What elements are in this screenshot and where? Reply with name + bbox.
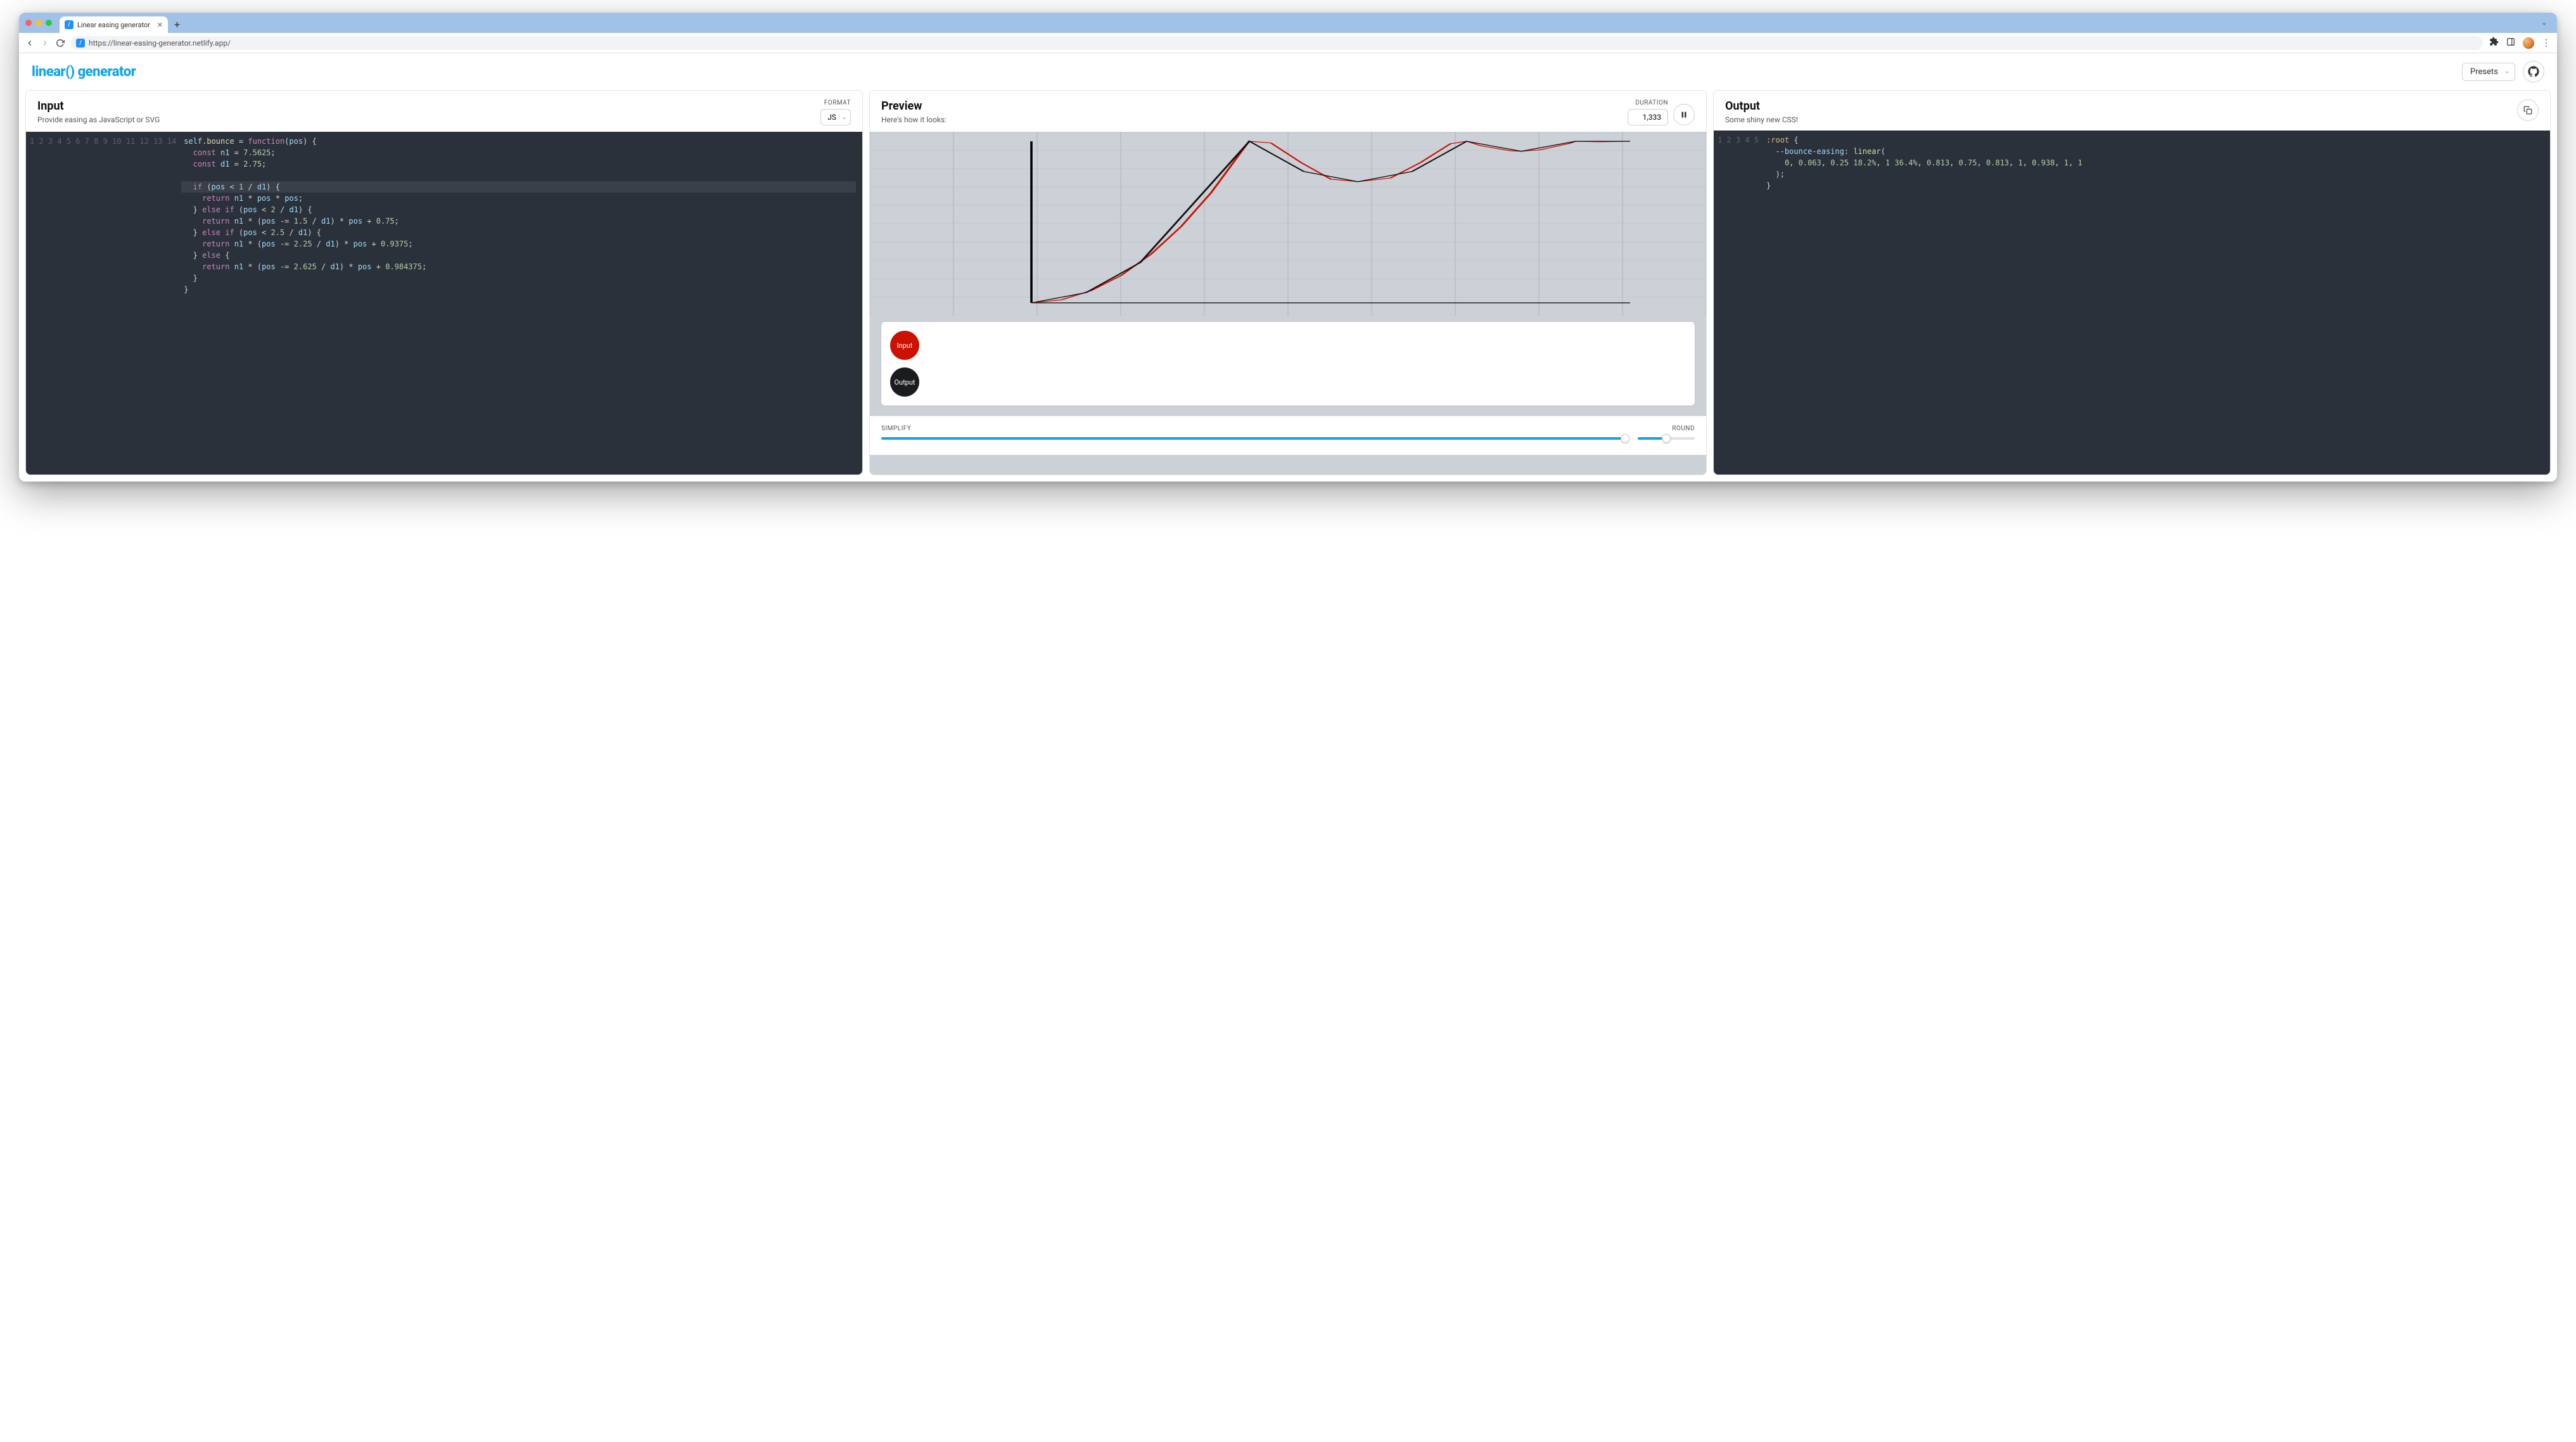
side-panel-icon[interactable] xyxy=(2506,37,2515,49)
new-tab-button[interactable]: + xyxy=(174,18,180,30)
input-panel: Input Provide easing as JavaScript or SV… xyxy=(25,90,863,475)
format-select[interactable]: JS ⌄ xyxy=(820,109,851,125)
pause-icon xyxy=(1680,111,1688,118)
animation-demo-card: Input Output xyxy=(881,322,1695,405)
duration-input[interactable]: 1,333 xyxy=(1628,109,1668,125)
maximize-window-icon[interactable] xyxy=(46,20,52,26)
preview-panel: Preview Here's how it looks: DURATION 1,… xyxy=(869,90,1707,475)
site-identity-icon[interactable]: / xyxy=(76,39,85,48)
back-button[interactable] xyxy=(25,39,34,48)
simplify-slider[interactable] xyxy=(881,437,1625,440)
window-controls xyxy=(25,20,52,26)
input-ball: Input xyxy=(890,331,919,360)
duration-label: DURATION xyxy=(1628,99,1668,106)
round-slider[interactable] xyxy=(1638,437,1695,440)
chevron-down-icon: ⌄ xyxy=(2504,68,2509,75)
format-value: JS xyxy=(827,113,836,122)
extensions-icon[interactable] xyxy=(2489,37,2499,49)
input-ball-label: Input xyxy=(897,341,913,350)
input-code-editor[interactable]: 1 2 3 4 5 6 7 8 9 10 11 12 13 14 self.bo… xyxy=(26,132,862,475)
output-ball-label: Output xyxy=(894,378,915,386)
tabstrip-chevron-icon[interactable]: ⌄ xyxy=(2542,20,2547,27)
round-label: ROUND xyxy=(1638,425,1695,432)
slider-thumb[interactable] xyxy=(1621,434,1629,443)
url-text: https://linear-easing-generator.netlify.… xyxy=(89,39,231,48)
copy-button[interactable] xyxy=(2517,99,2539,121)
tab-close-icon[interactable]: ✕ xyxy=(157,21,163,29)
presets-label: Presets xyxy=(2470,67,2498,77)
reload-button[interactable] xyxy=(56,39,65,48)
input-title: Input xyxy=(37,99,160,113)
browser-tab[interactable]: / Linear easing generator ✕ xyxy=(60,16,168,33)
minimize-window-icon[interactable] xyxy=(35,20,42,26)
forward-button[interactable] xyxy=(41,39,49,48)
github-link[interactable] xyxy=(2523,61,2544,82)
output-ball: Output xyxy=(890,367,919,397)
app-header: linear() generator Presets ⌄ xyxy=(19,53,2557,90)
slider-thumb[interactable] xyxy=(1662,434,1671,443)
page-title: linear() generator xyxy=(32,64,136,80)
profile-avatar-icon[interactable] xyxy=(2523,37,2534,49)
output-subtitle: Some shiny new CSS! xyxy=(1725,115,1798,124)
address-bar[interactable]: / https://linear-easing-generator.netlif… xyxy=(71,36,2483,50)
simplify-label: SIMPLIFY xyxy=(881,425,1625,432)
preview-title: Preview xyxy=(881,99,947,113)
chevron-down-icon: ⌄ xyxy=(842,115,846,120)
preview-subtitle: Here's how it looks: xyxy=(881,115,947,124)
output-title: Output xyxy=(1725,99,1798,113)
presets-dropdown[interactable]: Presets ⌄ xyxy=(2462,63,2515,81)
tab-favicon-icon: / xyxy=(65,20,73,29)
play-pause-button[interactable] xyxy=(1673,104,1695,125)
duration-value: 1,333 xyxy=(1643,113,1661,122)
github-icon xyxy=(2528,66,2539,77)
tab-title: Linear easing generator xyxy=(77,21,150,29)
copy-icon xyxy=(2523,106,2532,115)
output-code-viewer[interactable]: 1 2 3 4 5 :root { --bounce-easing: linea… xyxy=(1714,131,2550,475)
browser-menu-icon[interactable]: ⋮ xyxy=(2542,38,2551,48)
browser-titlebar: / Linear easing generator ✕ + ⌄ xyxy=(19,13,2557,33)
easing-graph xyxy=(870,132,1706,316)
input-subtitle: Provide easing as JavaScript or SVG xyxy=(37,115,160,124)
close-window-icon[interactable] xyxy=(25,20,32,26)
format-label: FORMAT xyxy=(820,99,851,106)
browser-toolbar: / https://linear-easing-generator.netlif… xyxy=(19,33,2557,53)
output-panel: Output Some shiny new CSS! 1 2 3 4 5 :ro… xyxy=(1713,90,2551,475)
